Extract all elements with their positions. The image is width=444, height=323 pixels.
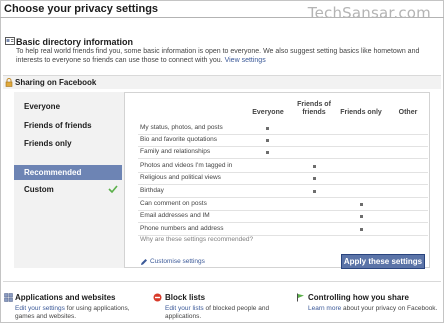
learn-more-link[interactable]: Learn more [308, 305, 341, 312]
block-lists-title: Block lists [165, 293, 206, 302]
setting-row-label: Family and relationships [140, 148, 211, 156]
customise-settings-link[interactable]: Customise settings [150, 258, 205, 265]
column-everyone: Everyone [252, 109, 284, 116]
setting-marker [266, 151, 269, 155]
page-title: Choose your privacy settings [4, 3, 159, 15]
controlling-share-title: Controlling how you share [308, 293, 409, 302]
setting-marker [313, 177, 316, 181]
preset-recommended-label: Recommended [24, 168, 82, 177]
block-desc-line2: applications. [165, 313, 202, 320]
block-desc-text: of blocked people and [203, 305, 270, 312]
directory-card-icon [5, 37, 15, 45]
setting-row-label: Photos and videos I'm tagged in [140, 162, 233, 170]
row-divider [138, 210, 428, 212]
row-divider [138, 146, 428, 148]
apps-desc-line2: and websites. [36, 313, 77, 320]
setting-marker [266, 139, 269, 143]
basic-directory-description: To help real world friends find you, som… [16, 47, 436, 65]
apps-icon [4, 293, 13, 302]
sharing-title: Sharing on Facebook [15, 78, 97, 87]
setting-row-label: Bio and favorite quotations [140, 136, 217, 144]
preset-recommended[interactable]: Recommended [14, 165, 122, 180]
bottom-divider [3, 281, 441, 282]
preset-everyone[interactable]: Everyone [24, 102, 60, 111]
column-friends-only: Friends only [340, 109, 382, 116]
setting-marker [313, 165, 316, 169]
setting-marker [266, 127, 269, 130]
pencil-icon [141, 259, 147, 265]
edit-settings-link[interactable]: Edit your settings [15, 305, 65, 312]
setting-marker [360, 227, 363, 231]
setting-marker [360, 203, 363, 207]
view-settings-link[interactable]: View settings [225, 57, 266, 64]
preset-friends-only[interactable]: Friends only [24, 139, 72, 148]
control-desc-text: about your privacy on Facebook. [341, 305, 438, 312]
setting-row-label: Phone numbers and address [140, 224, 224, 232]
title-divider [0, 17, 444, 18]
row-divider [138, 172, 428, 174]
row-divider [138, 134, 428, 135]
setting-row-label: Can comment on posts [140, 200, 207, 208]
edit-lists-link[interactable]: Edit your lists [165, 305, 204, 312]
controlling-share-description: Learn more about your privacy on Faceboo… [308, 305, 442, 313]
apps-websites-title: Applications and websites [15, 293, 116, 302]
basic-directory-title: Basic directory information [16, 37, 134, 47]
block-icon [153, 293, 162, 302]
apply-settings-button[interactable]: Apply these settings [341, 254, 425, 269]
preset-friends-of-friends[interactable]: Friends of friends [24, 121, 92, 130]
watermark: TechSansar.com [307, 4, 431, 22]
why-recommended-link[interactable]: Why are these settings recommended? [140, 236, 253, 243]
flag-icon [297, 293, 304, 302]
setting-marker [313, 189, 316, 193]
column-friends-of-friends: Friends of friends [297, 101, 331, 116]
row-divider [138, 158, 428, 160]
row-divider [138, 184, 428, 186]
row-divider [138, 222, 428, 224]
setting-row-label: Religious and political views [140, 174, 221, 182]
setting-row-label: Email addresses and IM [140, 212, 210, 220]
setting-marker [360, 215, 363, 219]
lock-icon [5, 78, 13, 87]
block-lists-description: Edit your lists of blocked people and ap… [165, 305, 285, 321]
setting-row-label: Birthday [140, 186, 164, 194]
row-divider [138, 196, 428, 198]
setting-row-label: My status, photos, and posts [140, 124, 223, 131]
preset-panel [14, 92, 124, 268]
column-other: Other [398, 109, 418, 116]
apps-websites-description: Edit your settings for using application… [15, 305, 150, 321]
basic-directory-text: To help real world friends find you, som… [16, 48, 420, 64]
checkmark-icon [108, 185, 118, 193]
preset-custom[interactable]: Custom [24, 185, 54, 194]
